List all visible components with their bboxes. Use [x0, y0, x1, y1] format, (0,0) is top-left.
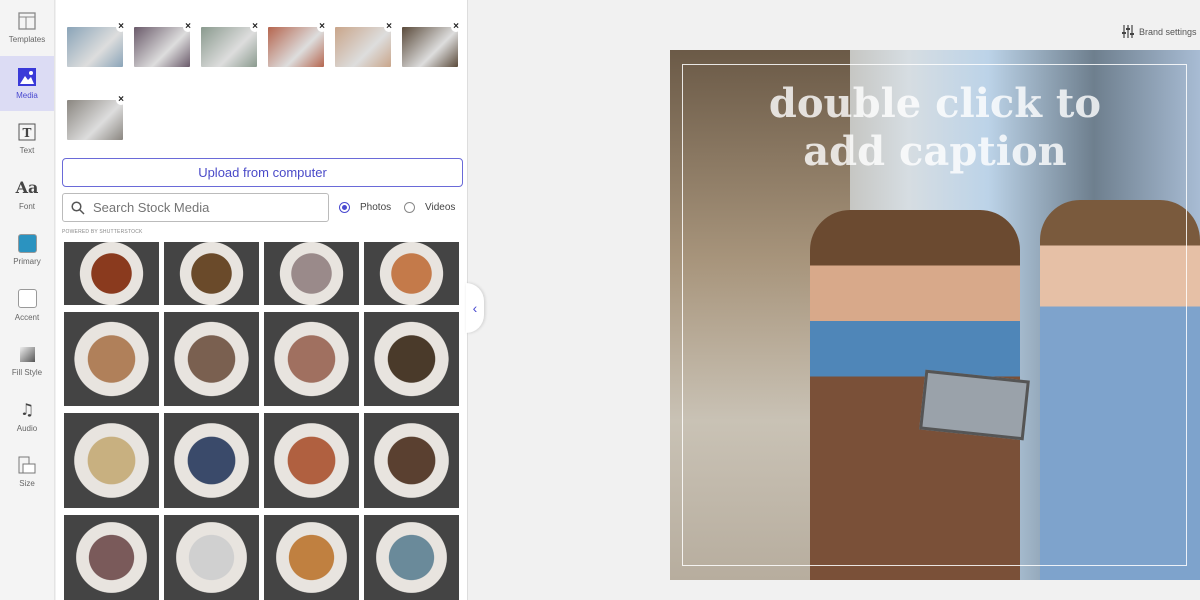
sidebar-item-accent[interactable]: Accent — [0, 278, 54, 334]
radio-checked-icon — [339, 202, 350, 213]
stock-photo[interactable] — [364, 312, 459, 406]
stock-photo[interactable] — [264, 515, 359, 600]
brand-settings-label: Brand settings — [1139, 26, 1197, 37]
stock-photo[interactable] — [264, 413, 359, 508]
sidebar-item-label: Size — [19, 479, 35, 489]
design-canvas[interactable]: double click to add caption — [670, 50, 1200, 580]
uploaded-thumbnail[interactable] — [67, 27, 123, 67]
text-icon: T — [17, 122, 37, 142]
fill-style-icon — [17, 344, 37, 364]
stock-photo[interactable] — [164, 242, 259, 305]
sidebar-item-label: Audio — [16, 423, 38, 433]
sidebar-item-label: Primary — [13, 257, 41, 267]
templates-icon — [17, 11, 37, 31]
sidebar-item-label: Media — [16, 90, 38, 100]
sidebar: Templates Media T Text Aa Font Primary Accent Fi… — [0, 0, 55, 600]
sidebar-item-fill-style[interactable]: Fill Style — [0, 333, 54, 389]
sidebar-item-label: Templates — [8, 35, 46, 45]
upload-from-computer-button[interactable]: Upload from computer — [62, 158, 463, 187]
search-input[interactable] — [93, 200, 313, 215]
sidebar-item-primary[interactable]: Primary — [0, 222, 54, 278]
collapse-panel-button[interactable]: ‹ — [466, 283, 484, 333]
sidebar-item-audio[interactable]: ♫ Audio — [0, 389, 54, 445]
stock-photo[interactable] — [264, 242, 359, 305]
powered-by-label: POWERED BY SHUTTERSTOCK — [62, 229, 143, 235]
videos-radio[interactable]: Videos — [404, 202, 455, 213]
search-stock-media-field[interactable] — [62, 193, 329, 222]
stock-photo[interactable] — [64, 242, 159, 305]
sidebar-item-media[interactable]: Media — [0, 55, 54, 111]
uploaded-thumbnail[interactable] — [268, 27, 324, 67]
search-icon — [71, 200, 85, 215]
sidebar-item-label: Text — [19, 146, 35, 156]
chevron-left-icon: ‹ — [472, 300, 478, 316]
videos-label: Videos — [425, 202, 456, 213]
sidebar-item-size[interactable]: Size — [0, 444, 54, 500]
image-icon — [17, 67, 37, 87]
photos-label: Photos — [360, 202, 392, 213]
sidebar-item-text[interactable]: T Text — [0, 111, 54, 167]
sidebar-item-font[interactable]: Aa Font — [0, 167, 54, 223]
caption-text[interactable]: double click to add caption — [760, 80, 1110, 176]
remove-icon[interactable]: × — [384, 22, 394, 32]
stock-photo[interactable] — [264, 312, 359, 406]
stock-photo[interactable] — [364, 413, 459, 508]
remove-icon[interactable]: × — [116, 22, 126, 32]
remove-icon[interactable]: × — [116, 95, 126, 105]
primary-color-swatch — [17, 233, 37, 253]
sliders-icon — [1122, 25, 1134, 38]
stock-photo[interactable] — [164, 413, 259, 508]
sidebar-item-templates[interactable]: Templates — [0, 0, 54, 56]
sidebar-item-label: Accent — [14, 312, 40, 322]
accent-color-swatch — [17, 289, 37, 309]
photos-radio[interactable]: Photos — [339, 202, 391, 213]
music-icon: ♫ — [19, 400, 35, 420]
stock-photo[interactable] — [164, 312, 259, 406]
uploaded-thumbnail[interactable] — [402, 27, 458, 67]
remove-icon[interactable]: × — [250, 22, 260, 32]
media-panel: × × × × × × × Upload from computer Photos Vide… — [56, 0, 468, 600]
font-icon: Aa — [15, 178, 39, 198]
sidebar-item-label: Font — [18, 201, 35, 211]
stock-photo[interactable] — [64, 312, 159, 406]
remove-icon[interactable]: × — [451, 22, 461, 32]
stock-photo[interactable] — [64, 413, 159, 508]
size-icon — [17, 455, 37, 475]
sidebar-item-label: Fill Style — [11, 368, 43, 378]
uploaded-thumbnail[interactable] — [67, 100, 123, 140]
remove-icon[interactable]: × — [183, 22, 193, 32]
uploaded-thumbnail[interactable] — [335, 27, 391, 67]
brand-settings-button[interactable]: Brand settings — [1122, 25, 1197, 38]
svg-text:T: T — [23, 126, 32, 140]
uploaded-thumbnail[interactable] — [134, 27, 190, 67]
stock-photo[interactable] — [364, 515, 459, 600]
remove-icon[interactable]: × — [317, 22, 327, 32]
stock-photo[interactable] — [164, 515, 259, 600]
stock-photo[interactable] — [64, 515, 159, 600]
radio-unchecked-icon — [404, 202, 415, 213]
uploaded-thumbnail[interactable] — [201, 27, 257, 67]
stock-photo[interactable] — [364, 242, 459, 305]
